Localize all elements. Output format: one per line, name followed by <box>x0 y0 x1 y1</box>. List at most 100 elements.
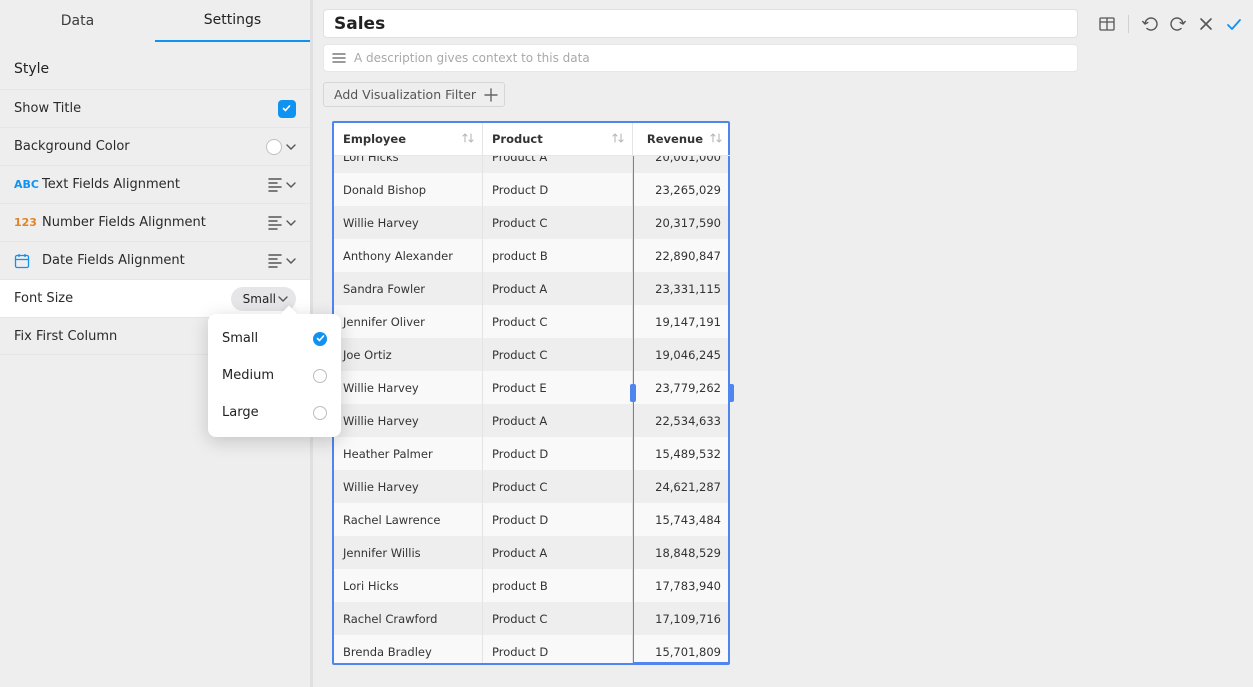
cell-employee: Willie Harvey <box>334 206 483 239</box>
cell-product: Product C <box>483 206 633 239</box>
table-row[interactable]: Willie HarveyProduct C20,317,590 <box>334 206 728 239</box>
cell-employee: Heather Palmer <box>334 437 483 470</box>
sort-icon[interactable] <box>612 132 624 144</box>
add-filter-button[interactable]: Add Visualization Filter <box>323 82 505 107</box>
row-background-color[interactable]: Background Color <box>0 127 310 165</box>
font-size-option-small[interactable]: Small <box>208 320 341 357</box>
chevron-down-icon <box>286 182 296 188</box>
undo-button[interactable] <box>1141 11 1159 36</box>
table-row[interactable]: Joe OrtizProduct C19,046,245 <box>334 338 728 371</box>
row-font-size[interactable]: Font Size Small <box>0 279 310 317</box>
abc-icon: ABC <box>14 178 42 191</box>
close-button[interactable] <box>1197 11 1215 36</box>
table-row[interactable]: Jennifer WillisProduct A18,848,529 <box>334 536 728 569</box>
table-row[interactable]: Willie HarveyProduct E23,779,262 <box>334 371 728 404</box>
cell-revenue: 23,331,115 <box>633 272 728 305</box>
font-size-label: Font Size <box>14 291 231 306</box>
cell-employee: Donald Bishop <box>334 173 483 206</box>
redo-button[interactable] <box>1169 11 1187 36</box>
background-color-swatch[interactable] <box>266 139 282 155</box>
number-icon: 123 <box>14 216 42 229</box>
data-table: Employee Product Revenue Lori HicksProdu… <box>332 121 730 665</box>
cell-revenue: 19,046,245 <box>633 338 728 371</box>
number-alignment-label: Number Fields Alignment <box>42 215 268 230</box>
option-label: Small <box>222 331 258 346</box>
table-row[interactable]: Jennifer OliverProduct C19,147,191 <box>334 305 728 338</box>
table-body[interactable]: Lori HicksProduct A20,001,000Donald Bish… <box>334 140 728 663</box>
font-size-option-large[interactable]: Large <box>208 394 341 431</box>
row-date-alignment[interactable]: Date Fields Alignment <box>0 241 310 279</box>
table-row[interactable]: Donald BishopProduct D23,265,029 <box>334 173 728 206</box>
main-panel: Sales A description gives context to thi… <box>313 0 1253 687</box>
col-header-product[interactable]: Product <box>483 123 633 156</box>
cell-employee: Jennifer Willis <box>334 536 483 569</box>
row-number-alignment[interactable]: 123 Number Fields Alignment <box>0 203 310 241</box>
cell-employee: Willie Harvey <box>334 371 483 404</box>
cell-revenue: 24,621,287 <box>633 470 728 503</box>
cell-revenue: 19,147,191 <box>633 305 728 338</box>
cell-product: product B <box>483 569 633 602</box>
description-icon <box>332 53 346 64</box>
cell-product: product B <box>483 239 633 272</box>
table-row[interactable]: Lori Hicksproduct B17,783,940 <box>334 569 728 602</box>
table-row[interactable]: Rachel CrawfordProduct C17,109,716 <box>334 602 728 635</box>
section-style-title: Style <box>0 42 310 89</box>
cell-product: Product E <box>483 371 633 404</box>
table-row[interactable]: Willie HarveyProduct A22,534,633 <box>334 404 728 437</box>
confirm-button[interactable] <box>1225 11 1243 36</box>
cell-revenue: 15,743,484 <box>633 503 728 536</box>
cell-product: Product C <box>483 470 633 503</box>
sidebar-tabs: Data Settings <box>0 0 310 42</box>
show-title-checkbox[interactable] <box>278 100 296 118</box>
table-row[interactable]: Rachel LawrenceProduct D15,743,484 <box>334 503 728 536</box>
table-row[interactable]: Willie HarveyProduct C24,621,287 <box>334 470 728 503</box>
row-text-alignment[interactable]: ABC Text Fields Alignment <box>0 165 310 203</box>
align-left-icon <box>268 254 282 268</box>
show-title-label: Show Title <box>14 101 278 116</box>
chevron-down-icon <box>286 258 296 264</box>
cell-revenue: 23,265,029 <box>633 173 728 206</box>
title-bar: Sales <box>323 9 1243 38</box>
cell-product: Product C <box>483 338 633 371</box>
date-alignment-label: Date Fields Alignment <box>42 253 268 268</box>
add-filter-label: Add Visualization Filter <box>334 87 476 102</box>
col-label: Product <box>492 132 543 146</box>
table-view-icon[interactable] <box>1098 11 1116 36</box>
align-left-icon <box>268 216 282 230</box>
table-row[interactable]: Anthony Alexanderproduct B22,890,847 <box>334 239 728 272</box>
cell-revenue: 15,489,532 <box>633 437 728 470</box>
col-header-employee[interactable]: Employee <box>334 123 483 156</box>
row-show-title[interactable]: Show Title <box>0 89 310 127</box>
cell-revenue: 22,890,847 <box>633 239 728 272</box>
tab-settings[interactable]: Settings <box>155 0 310 42</box>
sort-icon[interactable] <box>710 132 722 144</box>
sort-icon[interactable] <box>462 132 474 144</box>
cell-product: Product A <box>483 536 633 569</box>
table-row[interactable]: Sandra FowlerProduct A23,331,115 <box>334 272 728 305</box>
radio-selected-icon <box>313 332 327 346</box>
chevron-down-icon <box>278 296 288 302</box>
radio-icon <box>313 406 327 420</box>
cell-revenue: 17,109,716 <box>633 602 728 635</box>
cell-revenue: 22,534,633 <box>633 404 728 437</box>
col-label: Revenue <box>647 132 703 146</box>
table-row[interactable]: Heather PalmerProduct D15,489,532 <box>334 437 728 470</box>
table-row[interactable]: Brenda BradleyProduct D15,701,809 <box>334 635 728 663</box>
background-color-label: Background Color <box>14 139 266 154</box>
font-size-option-medium[interactable]: Medium <box>208 357 341 394</box>
cell-revenue: 18,848,529 <box>633 536 728 569</box>
col-header-revenue[interactable]: Revenue <box>633 123 730 156</box>
cell-employee: Rachel Crawford <box>334 602 483 635</box>
resize-grip-right[interactable] <box>728 384 734 402</box>
description-input[interactable]: A description gives context to this data <box>323 44 1078 72</box>
align-left-icon <box>268 178 282 192</box>
viz-title-input[interactable]: Sales <box>323 9 1078 38</box>
cell-employee: Willie Harvey <box>334 470 483 503</box>
cell-product: Product D <box>483 173 633 206</box>
text-alignment-label: Text Fields Alignment <box>42 177 268 192</box>
cell-employee: Lori Hicks <box>334 569 483 602</box>
cell-product: Product D <box>483 437 633 470</box>
cell-employee: Anthony Alexander <box>334 239 483 272</box>
tab-data[interactable]: Data <box>0 0 155 42</box>
cell-employee: Rachel Lawrence <box>334 503 483 536</box>
